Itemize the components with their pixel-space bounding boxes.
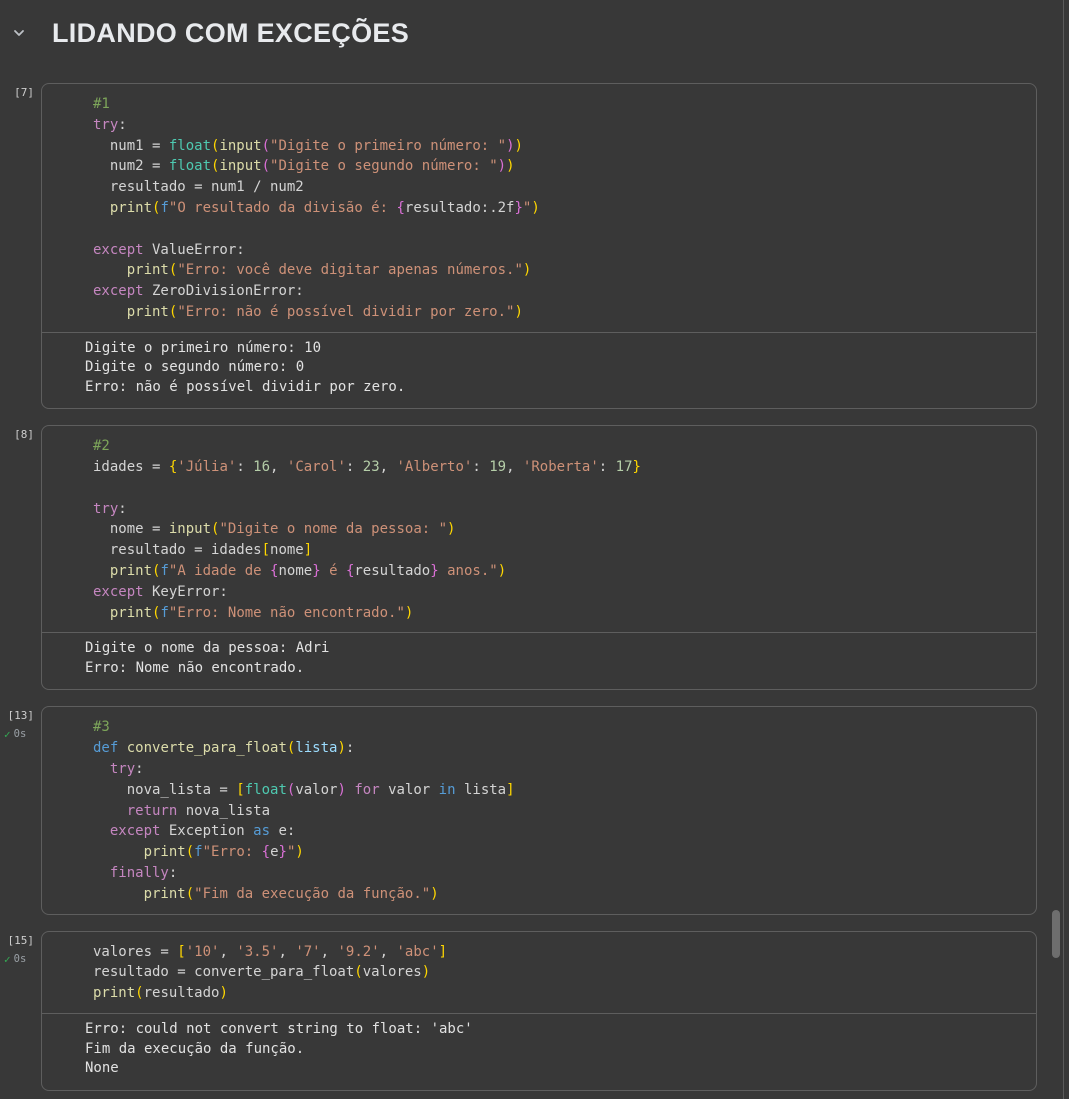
code-line: try: xyxy=(109,761,144,778)
execution-seconds: 0s xyxy=(13,952,27,965)
code-editor[interactable]: #1 try: num1 = float(input("Digite o prim… xyxy=(42,84,1036,332)
execution-seconds: 0s xyxy=(13,728,27,741)
cell-row: [15] ✓ 0s valores = ['10', '3.5', '7', '9.2… xyxy=(0,930,1069,1091)
execution-count[interactable]: [8] xyxy=(0,428,41,442)
code-line: #3 xyxy=(93,719,110,736)
code-line: except ZeroDivisionError: xyxy=(93,283,304,300)
code-line: nova_lista = [float(valor) for valor in … xyxy=(93,781,515,798)
execution-count[interactable]: [15] xyxy=(0,934,41,948)
execution-count[interactable]: [13] xyxy=(0,709,41,723)
code-line: resultado = num1 / num2 xyxy=(93,179,304,196)
execution-count[interactable]: [7] xyxy=(0,86,41,100)
cells-container: [7] #1 try: num1 = float(input("Digite o p… xyxy=(0,83,1069,1091)
check-icon: ✓ xyxy=(4,952,11,966)
output-line: Erro: could not convert string to float:… xyxy=(85,1021,473,1037)
cell-gutter: [15] ✓ 0s xyxy=(0,931,41,1091)
code-line: num2 = float(input("Digite o segundo núm… xyxy=(93,158,515,175)
execution-timing: ✓ 0s xyxy=(0,953,41,966)
scrollbar-thumb[interactable] xyxy=(1052,910,1060,958)
code-line: print("Erro: não é possível dividir por … xyxy=(126,303,523,320)
code-line: nome = input("Digite o nome da pessoa: "… xyxy=(93,521,456,538)
code-line: idades = {'Júlia': 16, 'Carol': 23, 'Alb… xyxy=(93,459,641,476)
output-line: None xyxy=(85,1060,119,1076)
cell-gutter: [8] xyxy=(0,425,41,690)
cell-row: [8] #2 idades = {'Júlia': 16, 'Carol': 23,… xyxy=(0,425,1069,691)
cell-row: [13] ✓ 0s #3 def converte_para_float(lista):… xyxy=(0,706,1069,915)
code-line: return nova_lista xyxy=(126,802,271,819)
output-line: Digite o primeiro número: 10 xyxy=(85,339,322,356)
code-line: print(f"Erro: Nome não encontrado.") xyxy=(109,604,414,621)
code-line: except Exception as e: xyxy=(109,823,296,840)
code-line: print(resultado) xyxy=(93,985,228,1002)
code-line: except ValueError: xyxy=(93,241,245,258)
output-line: Erro: Nome não encontrado. xyxy=(85,659,305,676)
code-line: print("Erro: você deve digitar apenas nú… xyxy=(126,262,532,279)
code-line: resultado = converte_para_float(valores) xyxy=(93,964,431,981)
code-line: except KeyError: xyxy=(93,583,228,600)
section-header: LIDANDO COM EXCEÇÕES xyxy=(0,0,1069,66)
execution-timing: ✓ 0s xyxy=(0,728,41,741)
panel-divider xyxy=(1063,0,1064,1099)
code-line: #1 xyxy=(93,96,110,112)
cell-output: Digite o primeiro número: 10 Digite o seg… xyxy=(42,333,1036,409)
code-line: try: xyxy=(93,116,127,133)
code-line: num1 = float(input("Digite o primeiro nú… xyxy=(93,137,523,154)
code-line: valores = ['10', '3.5', '7', '9.2', 'abc… xyxy=(93,943,448,960)
code-line: def converte_para_float(lista): xyxy=(93,740,355,757)
output-line: Digite o nome da pessoa: Adri xyxy=(85,640,330,657)
code-line: resultado = idades[nome] xyxy=(93,542,313,559)
code-line: print("Fim da execução da função.") xyxy=(143,885,439,902)
cell-output: Erro: could not convert string to float:… xyxy=(42,1014,1036,1090)
chevron-down-icon[interactable] xyxy=(10,24,28,42)
code-line: print(f"A idade de {nome} é {resultado} … xyxy=(109,563,507,580)
code-cell: valores = ['10', '3.5', '7', '9.2', 'abc… xyxy=(41,930,1037,1091)
section-title: LIDANDO COM EXCEÇÕES xyxy=(52,17,410,48)
code-editor[interactable]: valores = ['10', '3.5', '7', '9.2', 'abc… xyxy=(42,932,1036,1013)
code-line: #2 xyxy=(93,438,110,455)
output-line: Erro: não é possível dividir por zero. xyxy=(85,378,406,395)
check-icon: ✓ xyxy=(4,728,11,742)
cell-output: Digite o nome da pessoa: Adri Erro: Nome … xyxy=(42,633,1036,689)
cell-gutter: [7] xyxy=(0,83,41,409)
code-editor[interactable]: #3 def converte_para_float(lista): try: n… xyxy=(42,707,1036,913)
cell-gutter: [13] ✓ 0s xyxy=(0,706,41,914)
code-cell: #1 try: num1 = float(input("Digite o prim… xyxy=(41,83,1037,410)
code-cell: #3 def converte_para_float(lista): try: n… xyxy=(41,706,1037,915)
code-line: finally: xyxy=(109,865,178,882)
code-line: print(f"O resultado da divisão é: {resul… xyxy=(109,199,540,216)
code-line: print(f"Erro: {e}") xyxy=(143,844,304,861)
code-cell: #2 idades = {'Júlia': 16, 'Carol': 23, 'A… xyxy=(41,425,1037,691)
cell-row: [7] #1 try: num1 = float(input("Digite o p… xyxy=(0,83,1069,410)
output-line: Digite o segundo número: 0 xyxy=(85,359,305,376)
code-editor[interactable]: #2 idades = {'Júlia': 16, 'Carol': 23, 'A… xyxy=(42,426,1036,632)
code-line: try: xyxy=(93,500,127,517)
output-line: Fim da execução da função. xyxy=(85,1040,305,1057)
